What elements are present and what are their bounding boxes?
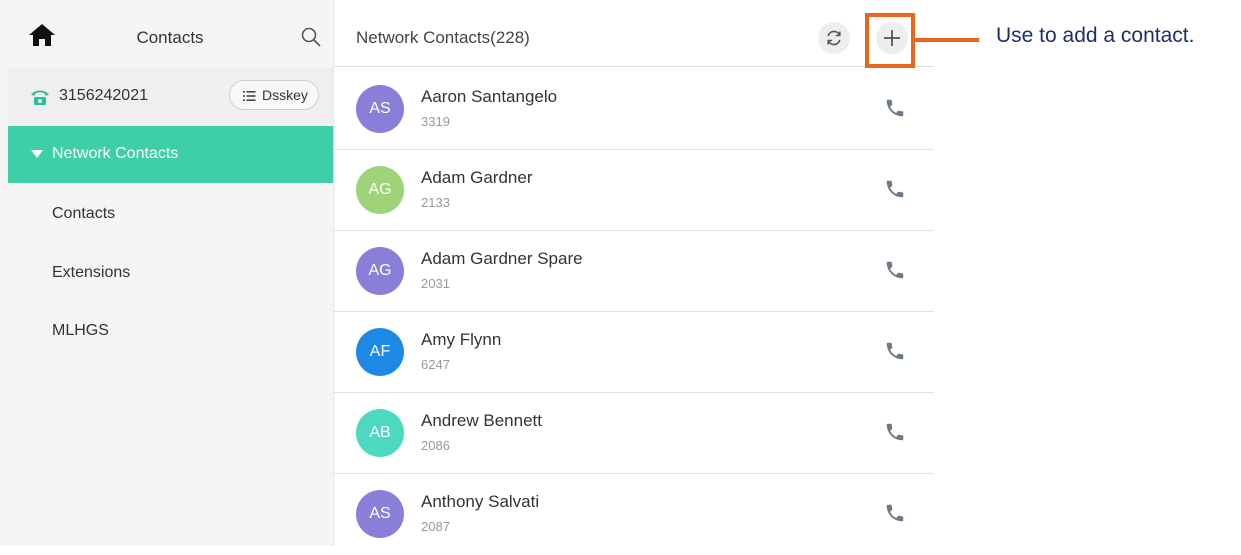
contact-row[interactable]: AB Andrew Bennett 2086: [334, 393, 934, 474]
phone-icon[interactable]: [884, 421, 906, 443]
sidebar-item-extensions[interactable]: Extensions: [52, 264, 130, 282]
phone-icon[interactable]: [884, 340, 906, 362]
sidebar-item-contacts[interactable]: Contacts: [52, 205, 115, 223]
contact-name: Anthony Salvati: [421, 492, 540, 511]
avatar: AS: [356, 490, 404, 538]
contact-row[interactable]: AG Adam Gardner 2133: [334, 150, 934, 231]
contact-extension: 6247: [421, 357, 450, 372]
contact-row[interactable]: AF Amy Flynn 6247: [334, 312, 934, 393]
contact-name: Amy Flynn: [421, 330, 502, 349]
phone-icon[interactable]: [884, 97, 906, 119]
account-number: 3156242021: [59, 87, 148, 104]
contact-name: Adam Gardner Spare: [421, 249, 583, 268]
page-title: Network Contacts(228): [356, 28, 530, 47]
phone-line-icon: [30, 88, 50, 106]
sidebar-title: Contacts: [136, 28, 204, 47]
group-network-contacts[interactable]: Network Contacts: [8, 126, 333, 183]
contact-name: Andrew Bennett: [421, 411, 542, 430]
account-row[interactable]: 3156242021 Dsskey: [8, 68, 333, 125]
home-icon[interactable]: [28, 23, 56, 47]
callout-highlight-box: [865, 13, 915, 68]
avatar: AG: [356, 166, 404, 214]
search-icon[interactable]: [300, 26, 322, 48]
phone-icon[interactable]: [884, 259, 906, 281]
avatar: AB: [356, 409, 404, 457]
caret-down-icon: [31, 150, 43, 158]
callout-text: Use to add a contact.: [996, 24, 1195, 47]
avatar: AG: [356, 247, 404, 295]
phone-icon[interactable]: [884, 502, 906, 524]
dsskey-label: Dsskey: [262, 87, 308, 103]
contact-extension: 2086: [421, 438, 450, 453]
contact-extension: 2031: [421, 276, 450, 291]
contact-extension: 2087: [421, 519, 450, 534]
avatar: AS: [356, 85, 404, 133]
sidebar-item-mlhgs[interactable]: MLHGS: [52, 322, 109, 340]
dsskey-button[interactable]: Dsskey: [229, 80, 319, 110]
sidebar: Contacts 3156242021 Dsskey Network Conta…: [0, 0, 334, 546]
contact-extension: 3319: [421, 114, 450, 129]
refresh-button[interactable]: [818, 22, 850, 54]
sidebar-header: Contacts: [0, 0, 333, 66]
contact-row[interactable]: AS Anthony Salvati 2087: [334, 474, 934, 555]
contact-name: Aaron Santangelo: [421, 87, 558, 106]
phone-icon[interactable]: [884, 178, 906, 200]
list-icon: [243, 89, 256, 101]
contact-row[interactable]: AG Adam Gardner Spare 2031: [334, 231, 934, 312]
main-header: Network Contacts(228): [334, 0, 934, 67]
contact-name: Adam Gardner: [421, 168, 533, 187]
avatar: AF: [356, 328, 404, 376]
callout-line: [915, 38, 979, 42]
group-label: Network Contacts: [52, 145, 179, 162]
contact-extension: 2133: [421, 195, 450, 210]
contact-row[interactable]: AS Aaron Santangelo 3319: [334, 69, 934, 150]
refresh-icon: [827, 30, 841, 46]
